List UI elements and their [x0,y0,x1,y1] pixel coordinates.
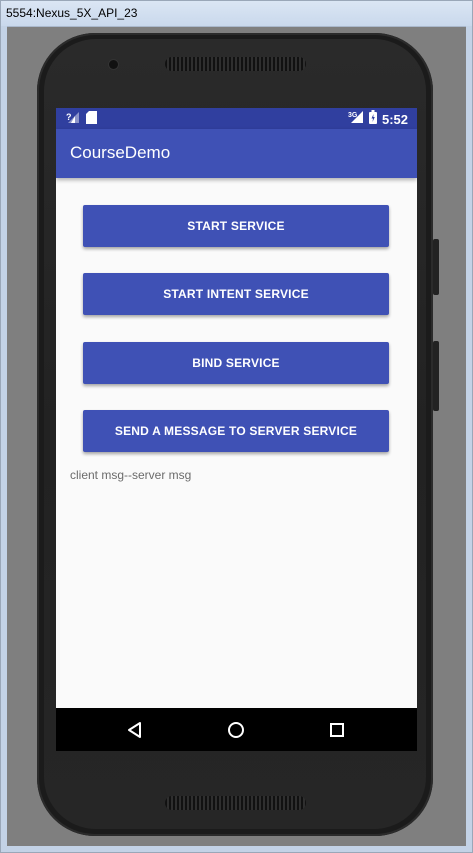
app-bar: CourseDemo [56,129,417,178]
window-titlebar[interactable]: 5554:Nexus_5X_API_23 [1,1,472,27]
app-title: CourseDemo [70,143,171,162]
battery-icon [368,110,377,129]
start-service-button[interactable]: START SERVICE [83,205,389,247]
send-message-button[interactable]: SEND A MESSAGE TO SERVER SERVICE [83,410,389,452]
network-type-label: 3G [348,112,358,119]
front-camera [109,60,118,69]
svg-text:?: ? [66,112,72,122]
power-button[interactable] [433,239,439,295]
window-frame-bottom [1,846,472,852]
status-right-icons: 3G 5:52 [348,110,408,129]
window-frame-right [466,26,472,852]
window-title: 5554:Nexus_5X_API_23 [6,6,138,20]
sd-card-icon [86,111,97,129]
signal-3g-icon: 3G [348,110,364,129]
emulator-window: 5554:Nexus_5X_API_23 ? 3G 5:52 CourseDem… [0,0,473,853]
top-speaker-grille [165,57,306,71]
status-bar: ? 3G 5:52 [56,108,417,129]
bind-service-button[interactable]: BIND SERVICE [83,342,389,384]
navigation-bar [56,708,417,751]
volume-button[interactable] [433,341,439,411]
message-text: client msg--server msg [70,468,192,482]
status-left-icons: ? [66,111,97,129]
signal-question-icon: ? [66,111,80,129]
back-icon[interactable] [122,717,148,743]
status-time: 5:52 [381,112,408,127]
device-screen: ? 3G 5:52 CourseDemo START SERVICE START… [56,108,417,751]
home-icon[interactable] [223,717,249,743]
bottom-speaker-grille [165,796,306,810]
recents-icon[interactable] [324,717,350,743]
start-intent-service-button[interactable]: START INTENT SERVICE [83,273,389,315]
